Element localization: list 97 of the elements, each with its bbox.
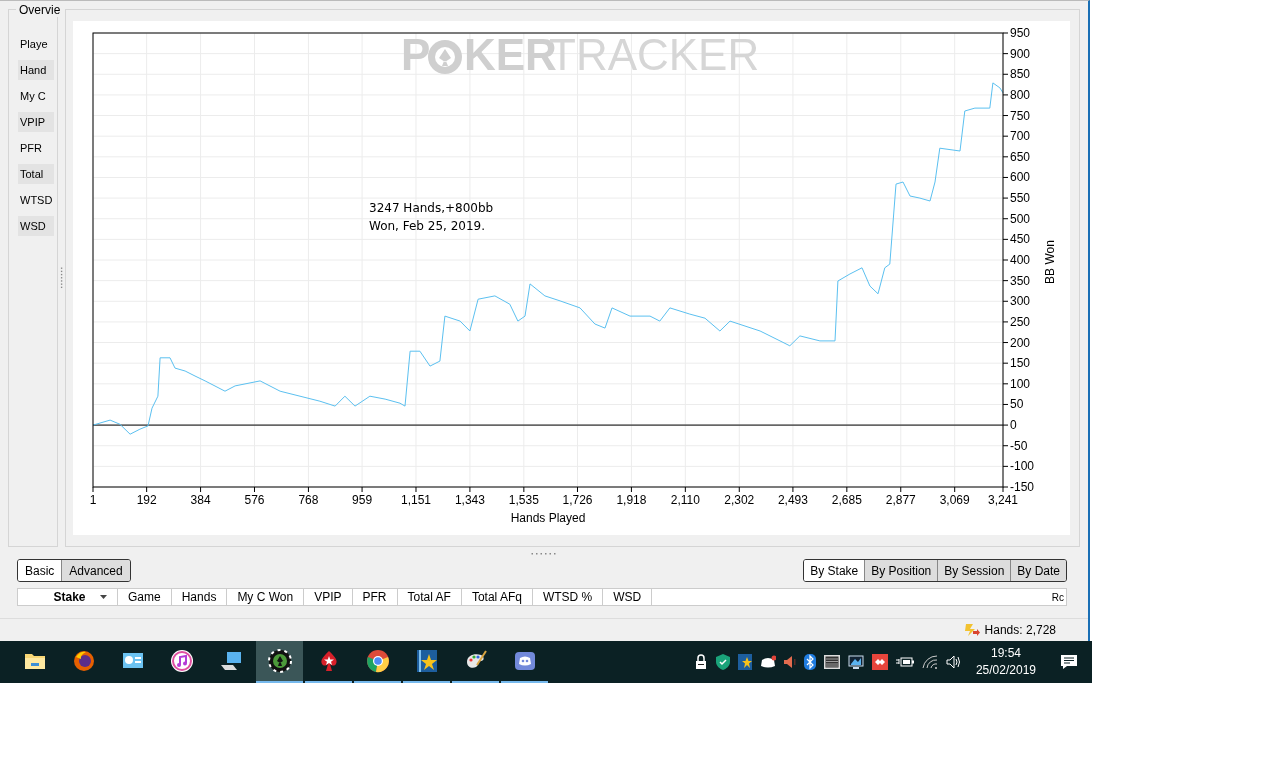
y-tick-label: 550 — [1010, 191, 1031, 206]
taskbar-app[interactable] — [256, 641, 303, 683]
y-tick-label: 450 — [1010, 232, 1031, 247]
group-tab[interactable]: By Stake — [804, 560, 865, 581]
stat-item[interactable]: WSD — [18, 216, 54, 236]
group-tab[interactable]: By Position — [864, 560, 938, 581]
y-tick-label: -150 — [1010, 480, 1035, 494]
x-tick-label: 959 — [352, 493, 373, 507]
battery-icon[interactable] — [895, 656, 914, 668]
y-tick-label: 900 — [1010, 46, 1031, 61]
clock-date: 25/02/2019 — [975, 662, 1036, 679]
y-tick-label: 200 — [1010, 335, 1031, 350]
column-header[interactable]: Stake — [28, 589, 118, 605]
column-header[interactable]: Hands — [171, 589, 228, 605]
y-tick-label: 150 — [1010, 356, 1031, 371]
x-tick-label: 2,877 — [885, 493, 916, 507]
x-tick-label: 2,685 — [831, 493, 862, 507]
x-tick-label: 1,151 — [401, 493, 431, 507]
hands-import-icon — [963, 623, 980, 637]
x-tick-label: 2,110 — [670, 493, 700, 507]
star-app-icon[interactable] — [737, 654, 752, 670]
y-tick-label: 500 — [1010, 211, 1031, 226]
network-lock-icon[interactable] — [693, 654, 708, 670]
y-tick-label: 800 — [1010, 87, 1031, 102]
y-tick-label: -50 — [1010, 438, 1028, 453]
bluetooth-icon[interactable] — [803, 654, 816, 670]
clock-time: 19:54 — [990, 645, 1021, 662]
column-header[interactable]: WTSD % — [532, 589, 604, 605]
column-header[interactable]: VPIP — [304, 589, 353, 605]
x-tick-label: 768 — [298, 493, 319, 507]
speaker-muted-icon[interactable] — [783, 655, 796, 669]
x-tick-label: 1 — [89, 493, 97, 507]
notifications-icon[interactable] — [1060, 654, 1078, 670]
column-header[interactable]: Total AF — [397, 589, 462, 605]
stat-item[interactable]: WTSD — [18, 190, 54, 210]
stat-item[interactable]: Hand — [18, 60, 54, 80]
x-tick-label: 384 — [190, 493, 211, 507]
y-tick-label: 300 — [1010, 294, 1031, 309]
column-header[interactable]: Total AFq — [461, 589, 533, 605]
computer-icon — [218, 649, 243, 673]
stat-item[interactable]: Playe — [18, 34, 54, 54]
stat-item[interactable]: PFR — [18, 138, 54, 158]
x-tick-label: 2,302 — [724, 493, 755, 507]
x-tick-label: 192 — [136, 493, 157, 507]
x-tick-label: 1,918 — [616, 493, 647, 507]
x-tick-label: 1,343 — [454, 493, 485, 507]
column-header[interactable]: WSD — [603, 589, 653, 605]
x-axis-title: Hands Played — [510, 511, 586, 525]
y-tick-label: 350 — [1010, 273, 1031, 288]
y-tick-label: 950 — [1010, 26, 1031, 40]
y-tick-label: 600 — [1010, 170, 1031, 185]
y-tick-label: 50 — [1010, 397, 1024, 412]
stat-item[interactable]: Total — [18, 164, 54, 184]
y-axis-title: BB Won — [1043, 240, 1057, 284]
x-tick-label: 3,069 — [939, 493, 970, 507]
column-header[interactable]: My C Won — [227, 589, 305, 605]
monitor-icon[interactable] — [847, 655, 864, 669]
y-tick-label: 700 — [1010, 129, 1031, 144]
x-tick-label: 2,493 — [777, 493, 808, 507]
column-header[interactable]: Game — [118, 589, 172, 605]
stat-item[interactable]: My C — [18, 86, 54, 106]
splitter-grip-icon[interactable] — [60, 265, 63, 291]
y-tick-label: 750 — [1010, 108, 1031, 123]
star-app-icon — [414, 649, 439, 673]
stat-item[interactable]: VPIP — [18, 112, 54, 132]
shield-icon[interactable] — [715, 654, 730, 670]
y-tick-label: 0 — [1010, 418, 1017, 433]
volume-icon[interactable] — [945, 655, 962, 669]
y-tick-label: 650 — [1010, 149, 1031, 164]
y-tick-label: -100 — [1010, 459, 1035, 474]
mode-tab[interactable]: Basic — [18, 560, 62, 581]
x-tick-label: 576 — [244, 493, 265, 507]
arrows-app-icon[interactable] — [871, 654, 888, 670]
group-tab[interactable]: By Date — [1010, 560, 1066, 581]
clock[interactable]: 19:54 25/02/2019 — [975, 645, 1036, 679]
chart-annotation: 3247 Hands,+800bb Won, Feb 25, 2019. — [369, 200, 495, 235]
y-tick-label: 850 — [1010, 67, 1031, 82]
group-tab[interactable]: By Session — [937, 560, 1011, 581]
sort-caret-icon — [99, 595, 107, 599]
y-tick-label: 100 — [1010, 376, 1031, 391]
mode-tab[interactable]: Advanced — [61, 560, 130, 581]
x-tick-label: 3,241 — [988, 493, 1018, 507]
grid-app-icon[interactable] — [823, 655, 840, 669]
hands-count: Hands: 2,728 — [984, 623, 1056, 637]
poker-chip-icon — [267, 649, 292, 673]
column-header[interactable]: PFR — [352, 589, 398, 605]
splitter-grip-icon[interactable] — [530, 552, 558, 555]
column-header[interactable]: Rc — [1051, 591, 1066, 603]
x-tick-label: 1,535 — [508, 493, 539, 507]
chip-icon — [428, 40, 462, 74]
music-note-icon — [169, 649, 194, 673]
wifi-icon[interactable] — [921, 655, 938, 669]
y-tick-label: 250 — [1010, 314, 1031, 329]
chat-controller-icon — [512, 649, 537, 673]
chrome-icon — [365, 649, 390, 673]
x-tick-label: 1,726 — [562, 493, 593, 507]
y-tick-label: 400 — [1010, 253, 1031, 267]
